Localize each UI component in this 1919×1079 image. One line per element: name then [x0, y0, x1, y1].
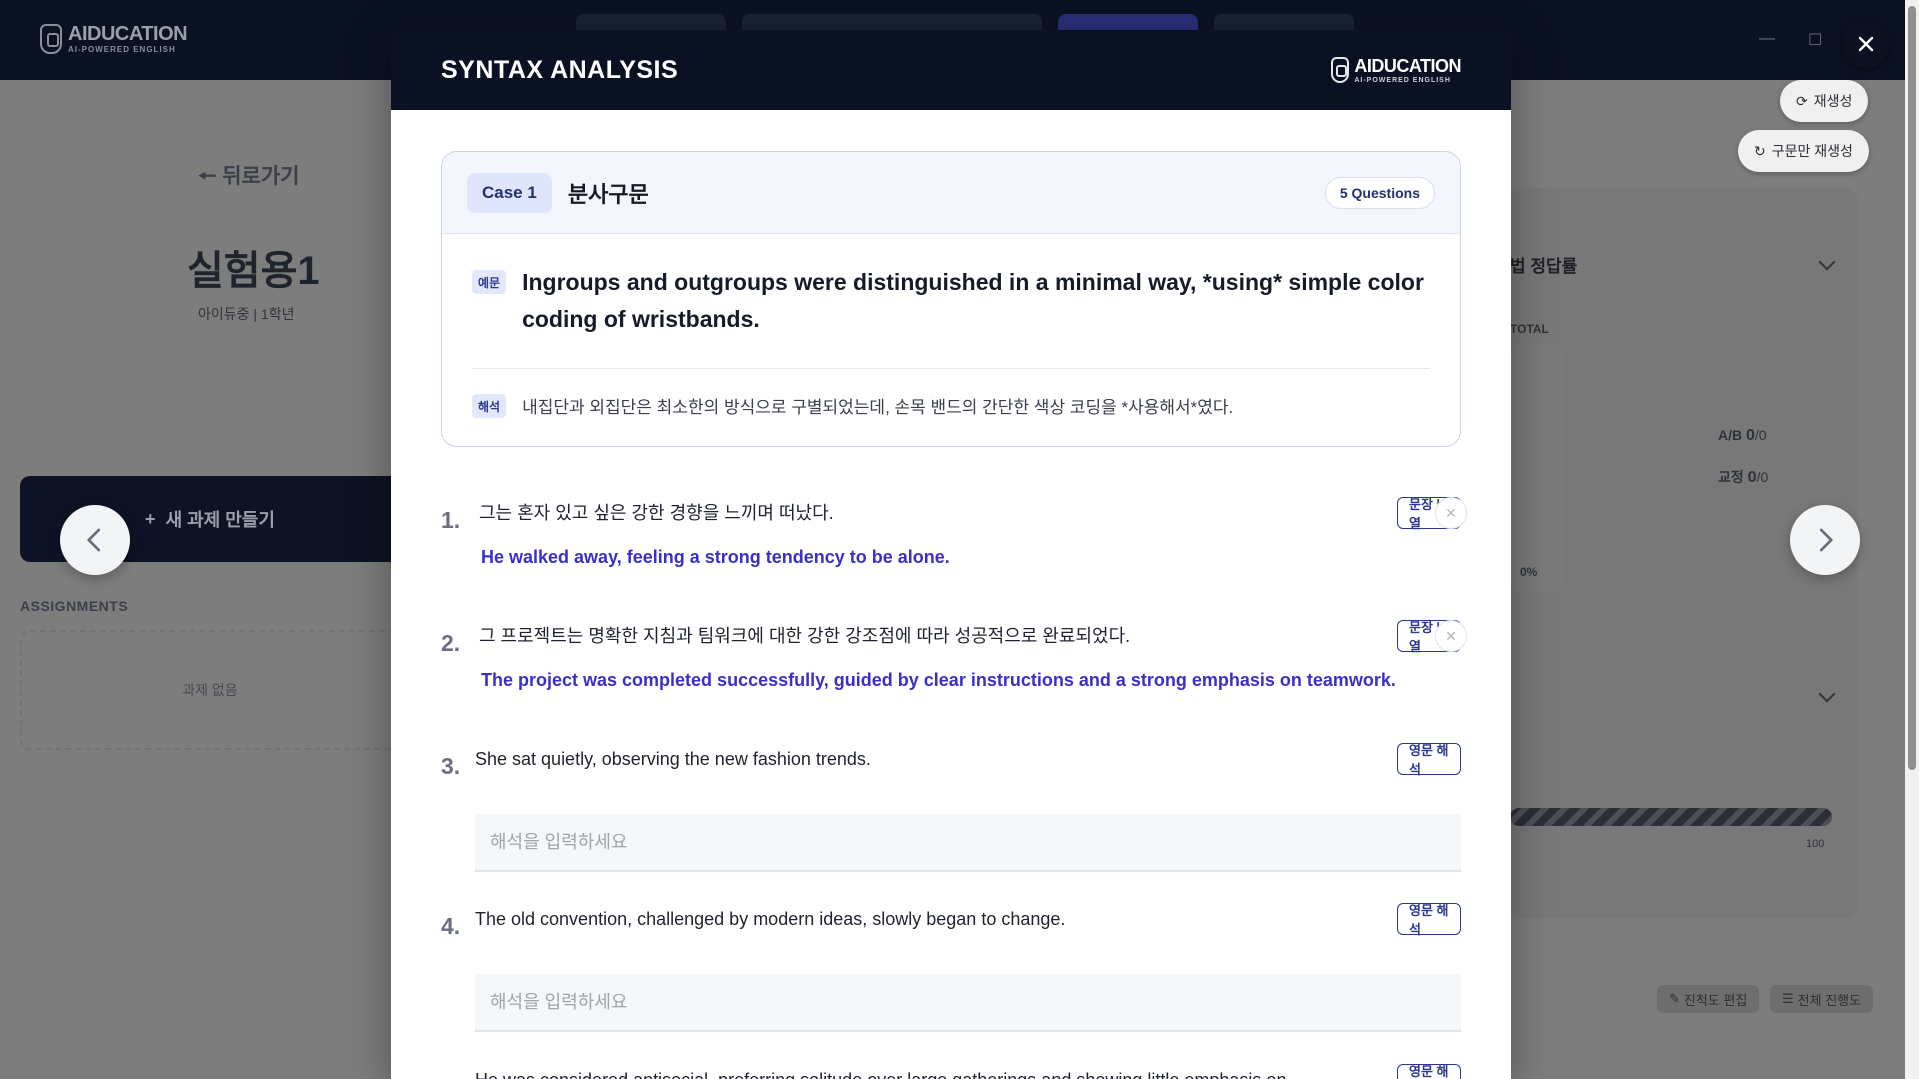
question-number: 4.	[441, 913, 461, 939]
translation-tag: 해석	[472, 393, 507, 418]
question-number: 3.	[441, 753, 461, 779]
correction-label: 교정	[1718, 469, 1744, 485]
sliders-icon: ☰	[1782, 991, 1794, 1006]
logo-tagline: AI-POWERED ENGLISH	[68, 45, 176, 54]
refresh-icon: ↻	[1754, 142, 1766, 159]
ab-label: A/B	[1718, 427, 1743, 443]
translate-english-button[interactable]: 영문 해석	[1397, 743, 1461, 777]
regenerate-label: 재생성	[1813, 93, 1853, 109]
example-row: 예문 Ingroups and outgroups were distingui…	[472, 234, 1430, 369]
logo-icon	[40, 24, 62, 54]
close-icon[interactable]: ✕	[1435, 497, 1467, 529]
ab-total: /0	[1754, 427, 1767, 443]
question-count-badge: 5 Questions	[1324, 177, 1435, 209]
translation-input[interactable]	[475, 814, 1461, 872]
regenerate-syntax-label: 구문만 재생성	[1771, 143, 1853, 159]
translate-english-button[interactable]: 영문 해석	[1397, 903, 1461, 937]
back-label: 뒤로가기	[222, 165, 300, 188]
question-number: 1.	[441, 507, 461, 533]
correction-stat: 교정 0/0	[1718, 467, 1768, 487]
all-progress-button[interactable]: ☰ 전체 진행도	[1770, 985, 1874, 1013]
modal-title: SYNTAX ANALYSIS	[441, 55, 679, 84]
regenerate-button[interactable]: ⟳ 재생성	[1780, 80, 1869, 122]
next-button[interactable]	[1790, 505, 1860, 575]
panel-title: 법 정답률	[1510, 257, 1578, 276]
maximize-icon[interactable]: ☐	[1808, 30, 1822, 50]
question-answer: The project was completed successfully, …	[481, 670, 1396, 690]
edit-progress-label: 진척도 편집	[1683, 992, 1748, 1008]
progress-max: 100	[1806, 838, 1825, 850]
example-tag: 예문	[472, 270, 507, 294]
example-sentence: Ingroups and outgroups were distinguishe…	[522, 269, 1424, 332]
translation-row: 해석 내집단과 외집단은 최소한의 방식으로 구별되었는데, 손목 밴드의 간단…	[472, 369, 1430, 418]
case-card: Case 1 분사구문 5 Questions 예문 Ingroups and …	[441, 151, 1461, 447]
question-sentence: 그는 혼자 있고 싶은 강한 경향을 느끼며 떠났다.	[479, 503, 834, 523]
logo-tagline: AI-POWERED ENGLISH	[1354, 76, 1451, 84]
chevron-right-icon	[1819, 528, 1833, 552]
progress-bar	[1510, 808, 1832, 826]
edit-progress-button[interactable]: ✎ 진척도 편집	[1657, 985, 1760, 1013]
question-number: 5.	[441, 1074, 460, 1079]
total-label: TOTAL	[1510, 322, 1549, 336]
back-arrow-icon: 🠔	[198, 165, 217, 188]
syntax-analysis-modal: SYNTAX ANALYSIS AIDUCATION AI-POWERED EN…	[391, 30, 1511, 1079]
chevron-left-icon	[87, 528, 101, 552]
correction-total: /0	[1756, 469, 1769, 485]
new-task-label: 새 과제 만들기	[165, 510, 275, 530]
modal-header: SYNTAX ANALYSIS AIDUCATION AI-POWERED EN…	[391, 30, 1511, 110]
scrollbar-thumb[interactable]	[1908, 6, 1916, 770]
close-modal-button[interactable]	[1842, 20, 1890, 68]
logo-name: AIDUCATION	[68, 23, 188, 45]
assignments-empty: 과제 없음	[20, 630, 400, 750]
logo-icon	[1331, 57, 1350, 83]
plus-icon: +	[145, 508, 156, 529]
question-sentence: 그 프로젝트는 명확한 지침과 팀워크에 대한 강한 강조점에 따라 성공적으로…	[479, 626, 1131, 646]
case-badge: Case 1	[467, 172, 552, 213]
pencil-icon: ✎	[1669, 991, 1680, 1006]
all-progress-label: 전체 진행도	[1797, 992, 1862, 1008]
assignments-heading: ASSIGNMENTS	[20, 598, 129, 614]
translation-input[interactable]	[475, 974, 1461, 1032]
correction-value: 0	[1747, 469, 1757, 486]
translation-text: 내집단과 외집단은 최소한의 방식으로 구별되었는데, 손목 밴드의 간단한 색…	[522, 398, 1234, 417]
logo-name: AIDUCATION	[1354, 55, 1461, 76]
total-percent: 0%	[1520, 565, 1538, 579]
case-name: 분사구문	[567, 181, 649, 207]
modal-logo: AIDUCATION AI-POWERED ENGLISH	[1331, 57, 1461, 84]
app-logo: AIDUCATION AI-POWERED ENGLISH	[40, 23, 188, 54]
question-answer: He walked away, feeling a strong tendenc…	[481, 547, 950, 567]
close-icon	[1858, 36, 1874, 52]
ab-value: 0	[1746, 427, 1755, 444]
question-number: 2.	[441, 630, 461, 656]
question-sentence: She sat quietly, observing the new fashi…	[475, 749, 871, 769]
question-sentence: He was considered antisocial, preferring…	[475, 1068, 1335, 1079]
total-card	[1510, 345, 1564, 593]
close-icon[interactable]: ✕	[1435, 620, 1467, 652]
page-meta: 아이듀중 | 1학년	[198, 306, 295, 322]
minimize-icon[interactable]: —	[1759, 30, 1775, 48]
previous-button[interactable]	[60, 505, 130, 575]
refresh-icon: ⟳	[1796, 92, 1808, 109]
page-title: 실험용1	[187, 249, 320, 293]
back-link[interactable]: 🠔 뒤로가기	[198, 160, 300, 197]
translate-english-button[interactable]: 영문 해석	[1397, 1064, 1461, 1079]
question-sentence: The old convention, challenged by modern…	[475, 909, 1066, 929]
case-header: Case 1 분사구문 5 Questions	[442, 152, 1460, 234]
regenerate-syntax-button[interactable]: ↻ 구문만 재생성	[1738, 130, 1869, 172]
ab-stat: A/B 0/0	[1718, 427, 1767, 445]
